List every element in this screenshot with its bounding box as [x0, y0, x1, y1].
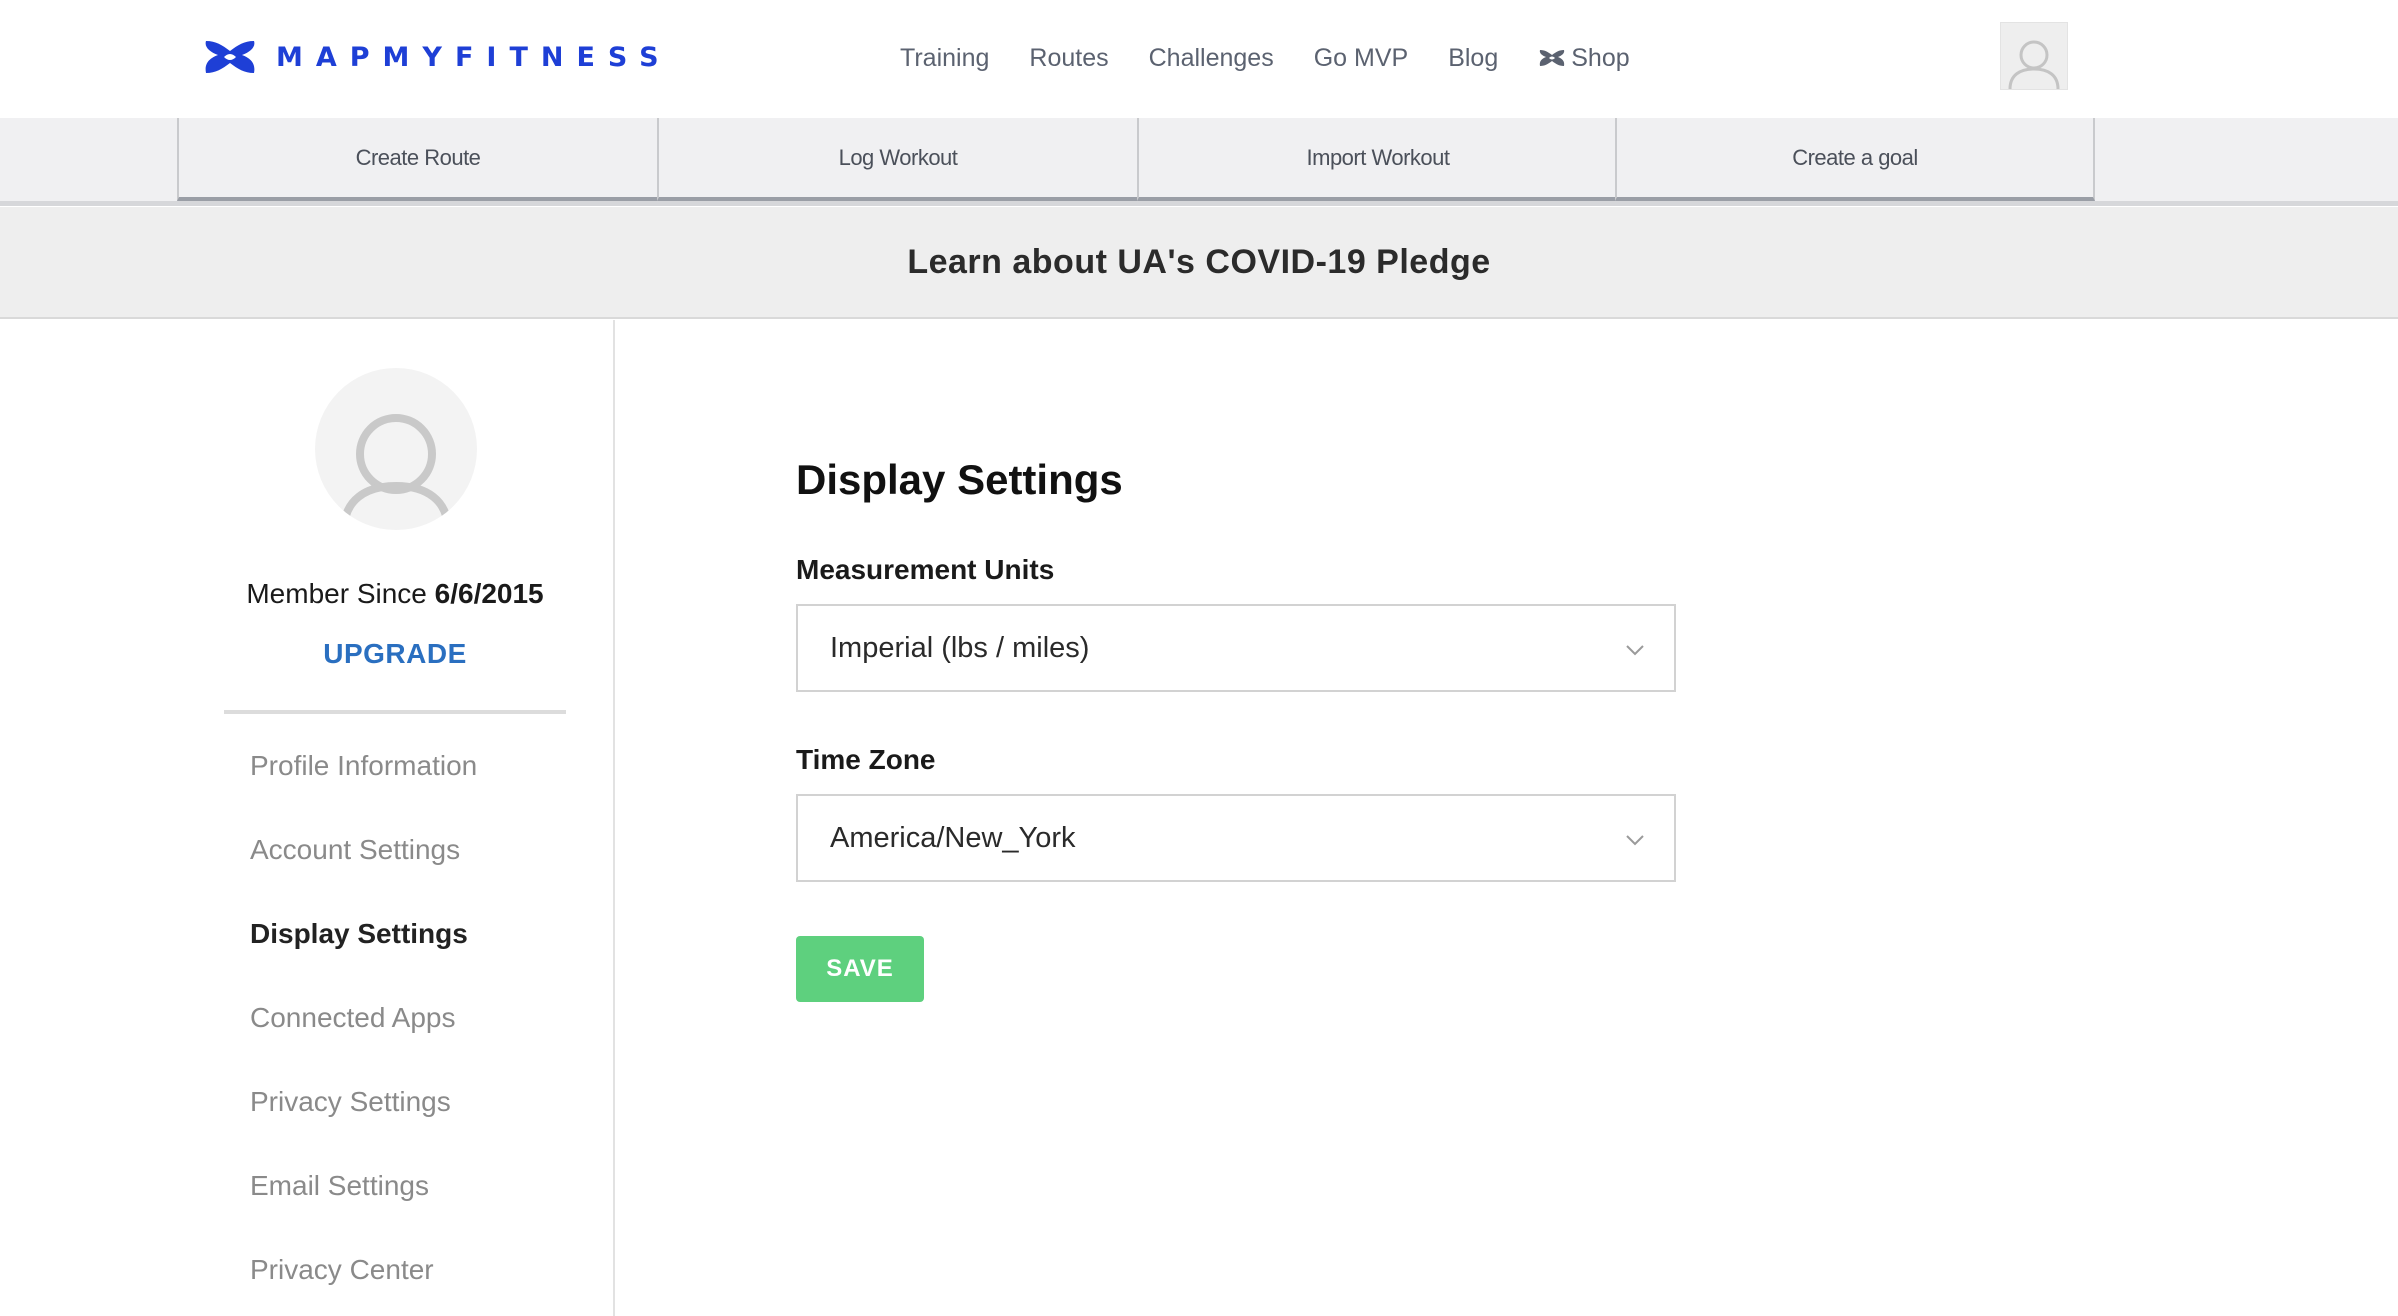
profile-avatar[interactable]: [315, 368, 477, 530]
member-since-date: 6/6/2015: [434, 578, 544, 609]
sidebar-item-privacy-settings[interactable]: Privacy Settings: [250, 1086, 477, 1170]
chevron-down-icon: [1626, 835, 1644, 846]
settings-nav: Profile Information Account Settings Dis…: [250, 750, 477, 1316]
display-settings-panel: Display Settings Measurement Units Imper…: [617, 320, 2398, 1316]
action-bar: Create Route Log Workout Import Workout …: [0, 118, 2398, 206]
time-zone-select[interactable]: America/New_York: [796, 794, 1676, 882]
header-avatar[interactable]: [2000, 22, 2068, 90]
nav-training[interactable]: Training: [900, 44, 989, 73]
settings-sidebar: Member Since 6/6/2015 UPGRADE Profile In…: [0, 320, 615, 1316]
import-workout-button[interactable]: Import Workout: [1137, 118, 1617, 201]
nav-go-mvp[interactable]: Go MVP: [1314, 44, 1408, 73]
main-nav: Training Routes Challenges Go MVP Blog S…: [900, 40, 1630, 76]
sidebar-item-profile-information[interactable]: Profile Information: [250, 750, 477, 834]
member-since-label: Member Since: [246, 578, 427, 609]
log-workout-button[interactable]: Log Workout: [657, 118, 1137, 201]
under-armour-logo-icon: [205, 41, 255, 73]
user-icon: [2008, 40, 2060, 89]
time-zone-value: America/New_York: [830, 821, 1076, 854]
logo-text: MAPMYFITNESS: [276, 41, 672, 73]
site-logo[interactable]: MAPMYFITNESS: [202, 36, 672, 78]
covid-banner: Learn about UA's COVID-19 Pledge: [0, 207, 2398, 319]
create-goal-button[interactable]: Create a goal: [1615, 118, 2095, 201]
sidebar-divider: [224, 710, 566, 714]
measurement-units-select[interactable]: Imperial (lbs / miles): [796, 604, 1676, 692]
top-header: MAPMYFITNESS Training Routes Challenges …: [0, 0, 2398, 118]
nav-shop[interactable]: Shop: [1538, 43, 1630, 73]
measurement-units-value: Imperial (lbs / miles): [830, 631, 1090, 664]
covid-pledge-link[interactable]: Learn about UA's COVID-19 Pledge: [907, 243, 1490, 282]
create-route-button[interactable]: Create Route: [177, 118, 657, 201]
sidebar-item-email-settings[interactable]: Email Settings: [250, 1170, 477, 1254]
page-title: Display Settings: [796, 456, 1123, 503]
nav-shop-label: Shop: [1571, 43, 1630, 72]
user-icon: [340, 414, 452, 530]
sidebar-item-display-settings[interactable]: Display Settings: [250, 918, 477, 1002]
sidebar-item-account-settings[interactable]: Account Settings: [250, 834, 477, 918]
nav-routes[interactable]: Routes: [1029, 44, 1108, 73]
chevron-down-icon: [1626, 645, 1644, 656]
nav-blog[interactable]: Blog: [1448, 44, 1498, 73]
measurement-units-label: Measurement Units: [796, 554, 1055, 585]
nav-challenges[interactable]: Challenges: [1149, 44, 1274, 73]
save-button[interactable]: SAVE: [796, 936, 924, 1002]
under-armour-logo-icon: [1540, 50, 1565, 66]
sidebar-item-connected-apps[interactable]: Connected Apps: [250, 1002, 477, 1086]
time-zone-label: Time Zone: [796, 744, 936, 775]
sidebar-item-privacy-center[interactable]: Privacy Center: [250, 1254, 477, 1316]
